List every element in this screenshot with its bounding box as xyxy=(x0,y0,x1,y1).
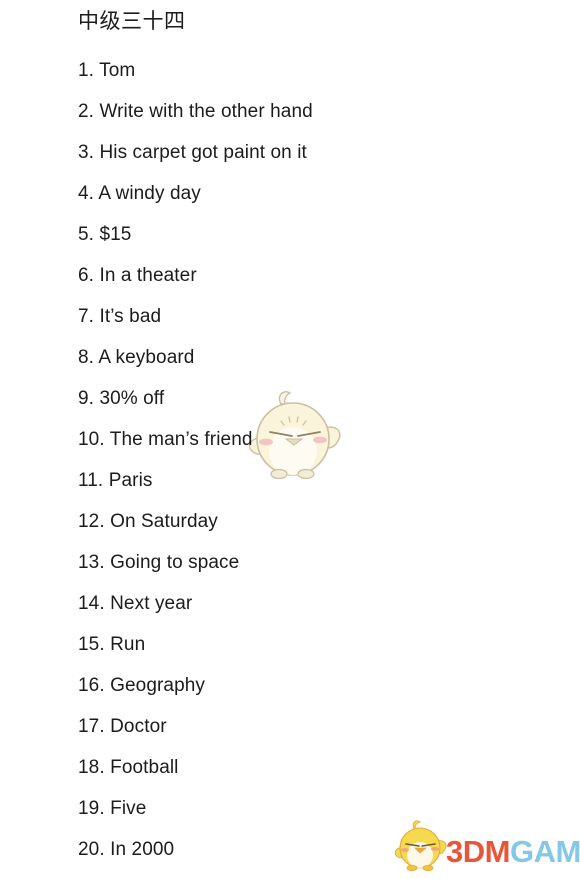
chick-mascot-icon xyxy=(392,819,448,873)
logo-text-secondary: GAME xyxy=(509,833,580,869)
list-item-text: 30% off xyxy=(99,388,165,409)
list-item-text: A keyboard xyxy=(98,347,195,368)
list-item: 11. Paris xyxy=(78,460,548,501)
list-item-index: 6. xyxy=(78,265,95,286)
list-item-index: 13. xyxy=(78,552,105,573)
list-item-index: 11. xyxy=(78,470,104,491)
list-item-index: 12. xyxy=(78,511,105,532)
list-item-text: Paris xyxy=(108,470,153,491)
page-title: 中级三十四 xyxy=(78,10,186,33)
list-item-text: Write with the other hand xyxy=(99,101,313,122)
list-item-index: 18. xyxy=(78,757,105,778)
list-item: 17. Doctor xyxy=(78,706,548,747)
list-item-index: 20. xyxy=(78,839,105,860)
list-item-text: Going to space xyxy=(110,552,240,573)
list-item-text: A windy day xyxy=(98,183,201,204)
list-item: 3. His carpet got paint on it xyxy=(78,132,548,173)
list-item-text: Five xyxy=(110,798,147,819)
list-item-index: 7. xyxy=(78,306,95,327)
list-item-index: 19. xyxy=(78,798,105,819)
list-item-index: 9. xyxy=(78,388,95,409)
list-item-text: Football xyxy=(110,757,179,778)
list-item: 8. A keyboard xyxy=(78,337,548,378)
list-item: 15. Run xyxy=(78,624,548,665)
list-item: 14. Next year xyxy=(78,583,548,624)
logo-text-primary: 3DM xyxy=(446,833,510,869)
list-item: 5. $15 xyxy=(78,214,548,255)
list-item-text: In a theater xyxy=(99,265,197,286)
list-item: 4. A windy day xyxy=(78,173,548,214)
list-item-text: Geography xyxy=(110,675,206,696)
list-item-text: On Saturday xyxy=(110,511,218,532)
list-item: 7. It’s bad xyxy=(78,296,548,337)
list-item-index: 14. xyxy=(78,593,105,614)
list-item-text: Doctor xyxy=(110,716,167,737)
site-logo: 3DMGAME® xyxy=(392,817,580,875)
list-item-index: 10. xyxy=(78,429,105,450)
list-item: 13. Going to space xyxy=(78,542,548,583)
list-item-text: His carpet got paint on it xyxy=(99,142,307,163)
list-item-text: In 2000 xyxy=(110,839,175,860)
list-item: 1. Tom xyxy=(78,50,548,91)
list-item-text: It’s bad xyxy=(99,306,162,327)
list-item-text: $15 xyxy=(99,224,132,245)
list-item: 6. In a theater xyxy=(78,255,548,296)
list-item-text: Tom xyxy=(99,60,136,81)
list-item-index: 1. xyxy=(78,60,95,81)
list-item-index: 3. xyxy=(78,142,95,163)
list-item-index: 5. xyxy=(78,224,95,245)
answer-list: 1. Tom 2. Write with the other hand 3. H… xyxy=(78,50,548,870)
list-item: 16. Geography xyxy=(78,665,548,706)
answer-sheet-page: 中级三十四 1. Tom 2. Write with the other han… xyxy=(0,0,580,879)
list-item: 9. 30% off xyxy=(78,378,548,419)
list-item-text: Run xyxy=(110,634,146,655)
site-logo-wordmark: 3DMGAME® xyxy=(446,836,580,867)
list-item: 2. Write with the other hand xyxy=(78,91,548,132)
list-item: 10. The man’s friend xyxy=(78,419,548,460)
list-item-text: Next year xyxy=(110,593,193,614)
list-item-index: 8. xyxy=(78,347,95,368)
list-item-index: 15. xyxy=(78,634,105,655)
list-item-text: The man’s friend xyxy=(109,429,253,450)
list-item-index: 2. xyxy=(78,101,95,122)
list-item-index: 4. xyxy=(78,183,95,204)
list-item-index: 17. xyxy=(78,716,105,737)
list-item-index: 16. xyxy=(78,675,105,696)
list-item: 12. On Saturday xyxy=(78,501,548,542)
list-item: 18. Football xyxy=(78,747,548,788)
